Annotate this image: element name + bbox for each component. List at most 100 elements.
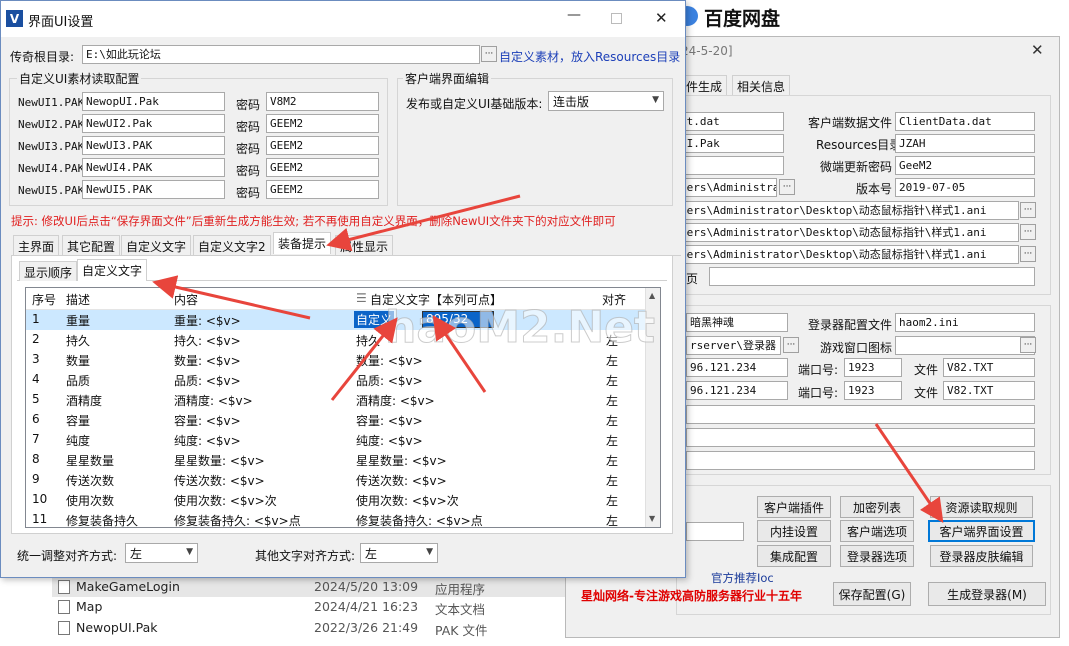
client-file-field[interactable]: at.dat — [676, 112, 784, 131]
align-all-select[interactable]: 左 ▼ — [125, 543, 198, 563]
extra-field[interactable] — [686, 428, 1035, 447]
login-config-field[interactable]: haom2.ini — [895, 313, 1035, 332]
browse-button[interactable]: ··· — [1020, 224, 1036, 240]
pwd-field[interactable]: GEEM2 — [266, 158, 379, 177]
ip-field[interactable]: 96.121.234 — [686, 381, 788, 400]
pwd-field[interactable]: GEEM2 — [266, 180, 379, 199]
extra-field[interactable] — [686, 405, 1035, 424]
misc-field[interactable] — [686, 522, 744, 541]
cursor-path-field[interactable]: sers\Administrator\Desktop\动态鼠标指针\样式1.an… — [676, 245, 1019, 264]
pak-file-field[interactable]: NewUI5.PAK — [82, 180, 225, 199]
integrated-config-button[interactable]: 集成配置 — [757, 545, 831, 567]
window-icon-field[interactable] — [895, 336, 1035, 355]
cell-custom-text[interactable]: 容量: <$v> — [356, 412, 423, 429]
browse-button[interactable]: ··· — [481, 46, 497, 62]
file-field[interactable]: V82.TXT — [943, 358, 1035, 377]
minimize-icon[interactable]: — — [567, 7, 581, 23]
table-row[interactable]: 8 星星数量 星星数量: <$v> 星星数量: <$v> 左 — [26, 450, 646, 470]
ip-field[interactable]: 96.121.234 — [686, 358, 788, 377]
scroll-down-icon[interactable]: ▼ — [649, 514, 655, 523]
other-align-select[interactable]: 左 ▼ — [360, 543, 438, 563]
resources-field[interactable]: JZAH — [895, 134, 1035, 153]
tab-other-config[interactable]: 其它配置 — [62, 235, 121, 255]
port-field[interactable]: 1923 — [844, 381, 902, 400]
cell-custom-text[interactable]: 纯度: <$v> — [356, 432, 423, 449]
table-row[interactable]: 10 使用次数 使用次数: <$v>次 使用次数: <$v>次 左 — [26, 490, 646, 510]
tab-main-interface[interactable]: 主界面 — [13, 235, 60, 255]
client-options-button[interactable]: 客户端选项 — [840, 520, 914, 542]
cell-custom-text[interactable]: 酒精度: <$v> — [356, 392, 435, 409]
save-config-button[interactable]: 保存配置(G) — [833, 582, 911, 606]
client-data-field[interactable]: ClientData.dat — [895, 112, 1035, 131]
pak-file-field[interactable]: NewUI2.Pak — [82, 114, 225, 133]
file-row[interactable]: NewopUI.Pak 2022/3/26 21:49 PAK 文件 — [52, 618, 652, 638]
pak-file-field[interactable]: NewUI3.PAK — [82, 136, 225, 155]
table-row[interactable]: 6 容量 容量: <$v> 容量: <$v> 左 — [26, 410, 646, 430]
game-name-field[interactable]: 暗黑神魂 — [686, 313, 788, 332]
login-options-button[interactable]: 登录器选项 — [840, 545, 914, 567]
generate-login-button[interactable]: 生成登录器(M) — [928, 582, 1046, 606]
tab-custom-text[interactable]: 自定义文字 — [121, 235, 192, 255]
subtab-custom-text[interactable]: 自定义文字 — [77, 259, 148, 281]
maximize-icon[interactable] — [611, 13, 622, 24]
close-icon[interactable]: ✕ — [1031, 41, 1044, 59]
server-path-field[interactable]: rserver\登录器 — [686, 336, 781, 355]
file-row[interactable]: MakeGameLogin 2024/5/20 13:09 应用程序 — [52, 577, 652, 597]
table-row[interactable]: 7 纯度 纯度: <$v> 纯度: <$v> 左 — [26, 430, 646, 450]
micro-pwd-field[interactable]: GeeM2 — [895, 156, 1035, 175]
file-row[interactable]: Map 2024/4/21 16:23 文本文档 — [52, 597, 652, 617]
ui-pak-field[interactable]: UI.Pak — [676, 134, 784, 153]
tab-generate[interactable]: 件生成 — [681, 75, 728, 95]
official-link[interactable]: 官方推荐Ioc — [711, 570, 774, 586]
extra-field[interactable] — [686, 451, 1035, 470]
login-skin-edit-button[interactable]: 登录器皮肤编辑 — [930, 545, 1033, 567]
col-header-desc[interactable]: 描述 — [66, 291, 90, 308]
col-header-content[interactable]: 内容 — [174, 291, 198, 308]
table-row[interactable]: 5 酒精度 酒精度: <$v> 酒精度: <$v> 左 — [26, 390, 646, 410]
browse-button[interactable]: ··· — [779, 179, 795, 195]
bg-field[interactable] — [676, 156, 784, 175]
table-row[interactable]: 3 数量 数量: <$v> 数量: <$v> 左 — [26, 350, 646, 370]
pwd-field[interactable]: GEEM2 — [266, 136, 379, 155]
browse-button[interactable]: ··· — [1020, 337, 1036, 353]
browse-button[interactable]: ··· — [1020, 246, 1036, 262]
path-field[interactable]: sers\Administrat — [676, 178, 777, 197]
pwd-field[interactable]: GEEM2 — [266, 114, 379, 133]
encrypt-list-button[interactable]: 加密列表 — [840, 496, 914, 518]
port-field[interactable]: 1923 — [844, 358, 902, 377]
close-icon[interactable]: ✕ — [655, 9, 668, 27]
table-row[interactable]: 11 修复装备持久 修复装备持久: <$v>点 修复装备持久: <$v>点 左 — [26, 510, 646, 527]
base-version-select[interactable]: 连击版 ▼ — [548, 91, 664, 111]
subtab-display-order[interactable]: 显示顺序 — [19, 261, 78, 281]
tab-attribute-display[interactable]: 属性显示 — [335, 235, 394, 255]
cell-custom-text[interactable]: 品质: <$v> — [356, 372, 423, 389]
tab-info[interactable]: 相关信息 — [732, 75, 791, 95]
cell-custom-text[interactable]: 修复装备持久: <$v>点 — [356, 512, 483, 527]
table-row[interactable]: 9 传送次数 传送次数: <$v> 传送次数: <$v> 左 — [26, 470, 646, 490]
pak-file-field[interactable]: NewUI4.PAK — [82, 158, 225, 177]
tab-custom-text-2[interactable]: 自定义文字2 — [193, 235, 271, 255]
embed-settings-button[interactable]: 内挂设置 — [757, 520, 831, 542]
root-dir-field[interactable]: E:\如此玩论坛 — [82, 45, 480, 64]
browse-button[interactable]: ··· — [783, 337, 799, 353]
resource-rules-button[interactable]: 资源读取规则 — [930, 496, 1033, 518]
version-field[interactable]: 2019-07-05 — [895, 178, 1035, 197]
client-ui-settings-button[interactable]: 客户端界面设置 — [928, 520, 1035, 542]
client-plugin-button[interactable]: 客户端插件 — [757, 496, 831, 518]
pwd-field[interactable]: V8M2 — [266, 92, 379, 111]
browse-button[interactable]: ··· — [1020, 202, 1036, 218]
page-field[interactable] — [709, 267, 1035, 286]
cursor-path-field[interactable]: sers\Administrator\Desktop\动态鼠标指针\样式1.an… — [676, 201, 1019, 220]
file-field[interactable]: V82.TXT — [943, 381, 1035, 400]
scroll-up-icon[interactable]: ▲ — [649, 291, 655, 300]
cell-custom-text[interactable]: 数量: <$v> — [356, 352, 423, 369]
cell-custom-text[interactable]: 传送次数: <$v> — [356, 472, 447, 489]
pak-file-field[interactable]: NewopUI.Pak — [82, 92, 225, 111]
cell-custom-text[interactable]: 持久 — [356, 332, 380, 349]
tab-equip-tip[interactable]: 装备提示 — [273, 232, 332, 254]
cell-custom-text[interactable]: 星星数量: <$v> — [356, 452, 447, 469]
cell-custom-text[interactable]: 使用次数: <$v>次 — [356, 492, 459, 509]
cursor-path-field[interactable]: sers\Administrator\Desktop\动态鼠标指针\样式1.an… — [676, 223, 1019, 242]
table-row[interactable]: 4 品质 品质: <$v> 品质: <$v> 左 — [26, 370, 646, 390]
col-header-index[interactable]: 序号 — [32, 291, 56, 308]
